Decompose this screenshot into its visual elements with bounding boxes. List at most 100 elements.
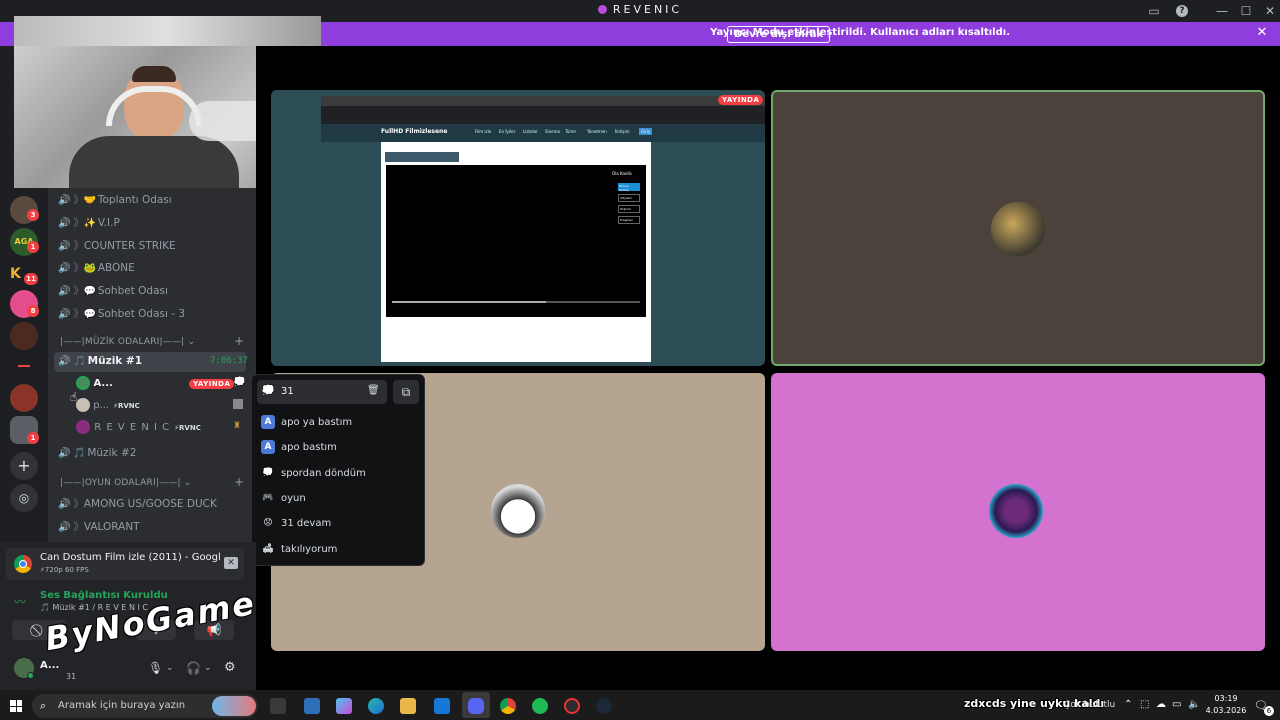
trash-icon[interactable]: 🗑 [367, 385, 380, 396]
maximize-button[interactable]: ☐ [1238, 3, 1254, 19]
chrome-icon[interactable] [500, 698, 516, 714]
site-tab[interactable]: Sinema [545, 129, 560, 134]
channel-voice-music-1[interactable]: 🔊 🎵 Müzik #1 [58, 355, 142, 375]
current-status-field[interactable]: 💭 31 🗑 [257, 380, 387, 404]
spotify-icon[interactable] [532, 698, 548, 714]
app-icon[interactable] [304, 698, 320, 714]
player-option[interactable]: Altyazılı [618, 194, 640, 202]
banner-close-icon[interactable]: ✕ [1255, 26, 1269, 40]
discover-icon[interactable]: ◎ [10, 484, 38, 512]
category-music[interactable]: |——|MÜZİK ODALARI|——| ⌄ [60, 337, 195, 347]
onedrive-icon[interactable]: ☁ [1156, 699, 1166, 710]
add-server-icon[interactable]: + [10, 452, 38, 480]
chrome-icon [14, 555, 32, 573]
chevron-down-icon[interactable]: ⌄ [166, 663, 174, 673]
status-option[interactable]: 🛋 takılıyorum [261, 542, 337, 562]
status-icon: 🎮 [262, 493, 274, 503]
microphone-icon[interactable]: 🎙 [148, 661, 163, 675]
webcam-hair [132, 66, 176, 82]
status-option[interactable]: 💭 spordan döndüm [261, 466, 365, 486]
copilot-icon[interactable] [336, 698, 352, 714]
taskbar-search[interactable]: ⌕ Aramak için buraya yazın [32, 694, 258, 718]
close-window-button[interactable]: ✕ [1262, 3, 1278, 19]
channel-emoji: ✨ [83, 218, 97, 229]
voice-user[interactable]: p... ⚡RVNC [76, 398, 140, 418]
edge-icon[interactable] [368, 698, 384, 714]
player-option[interactable]: Türkçe Dublaj [618, 183, 640, 192]
chevron-up-icon[interactable]: ⌃ [1124, 699, 1132, 710]
channel-voice-music-2[interactable]: 🔊 🎵 Müzik #2 [58, 447, 136, 467]
status-option[interactable]: 😟 31 devam [261, 516, 331, 536]
player-option[interactable]: Orijinal [618, 205, 640, 213]
headphones-icon[interactable]: 🎧 [186, 661, 201, 675]
discord-icon[interactable] [468, 698, 484, 714]
stream-panel[interactable]: Can Dostum Film izle (2011) - Google... … [6, 548, 244, 580]
add-channel-icon[interactable]: + [234, 475, 244, 489]
mouse-cursor: ☝ [70, 390, 78, 404]
stop-stream-icon[interactable]: ✕ [224, 557, 238, 569]
channel-voice[interactable]: 🔊 》COUNTER STRIKE [58, 238, 176, 258]
outlook-icon[interactable] [434, 698, 450, 714]
user-name: A... [40, 660, 60, 671]
channel-voice[interactable]: 🔊 》✨ V.I.P [58, 215, 120, 235]
participant-tile[interactable] [771, 90, 1265, 366]
status-option[interactable]: Aapo ya bastım [261, 415, 352, 435]
channel-voice[interactable]: 🔊 》🐸 ABONE [58, 260, 135, 280]
site-tab[interactable]: İletişim [615, 129, 630, 134]
voice-user[interactable]: A... [76, 376, 113, 396]
participant-avatar [991, 202, 1045, 256]
status-option[interactable]: Aapo bastım [261, 440, 337, 460]
screen-share-icon: 💭 [233, 377, 246, 388]
channel-voice[interactable]: 🔊 》VALORANT [58, 519, 140, 539]
chevron-down-icon[interactable]: ⌄ [204, 663, 212, 673]
video-player[interactable]: Ola Kaidis Türkçe Dublaj Altyazılı Oriji… [386, 165, 646, 317]
category-games[interactable]: |——|OYUN ODALARI|——| ⌄ [60, 478, 192, 488]
tray-icon[interactable]: ⬚ [1140, 699, 1149, 710]
network-icon[interactable]: ▭ [1172, 699, 1181, 710]
site-tab[interactable]: Giriş [639, 128, 653, 135]
live-badge: YAYINDA [189, 379, 235, 389]
clock-time[interactable]: 03:19 [1208, 694, 1244, 703]
channel-voice[interactable]: 🔊 》AMONG US/GOOSE DUCK [58, 496, 217, 516]
speaker-icon: 🔊 [58, 522, 71, 533]
steam-icon[interactable] [596, 698, 612, 714]
server-icon[interactable] [10, 352, 38, 380]
channel-voice[interactable]: 🔊 》💬 Sohbet Odası - 3 [58, 306, 185, 326]
help-icon[interactable]: ? [1176, 5, 1188, 17]
participant-tile[interactable] [771, 373, 1265, 651]
site-tab[interactable]: Türler [565, 129, 576, 134]
app-icon[interactable] [564, 698, 580, 714]
server-badge: 3 [27, 209, 39, 221]
player-option[interactable]: Fragman [618, 216, 640, 224]
disable-streamer-mode-button[interactable]: Devre dışı bırak [727, 26, 831, 43]
site-tab[interactable]: Yönetmen [587, 129, 607, 134]
channel-name: Müzik #1 [87, 355, 143, 367]
speaker-icon: 🔊 [58, 218, 71, 229]
status-option[interactable]: 🎮 oyun [261, 491, 305, 511]
server-icon[interactable] [10, 384, 38, 412]
weather-text[interactable]: Çok bulutlu [1064, 700, 1115, 710]
add-channel-icon[interactable]: + [234, 334, 244, 348]
stream-tile-screenshare[interactable]: FullHD Filmizlesene Film izle En İyiler … [271, 90, 765, 366]
notification-count: 6 [1264, 706, 1274, 716]
video-progress[interactable] [392, 301, 640, 303]
minimize-button[interactable]: — [1214, 3, 1230, 19]
clock-date[interactable]: 4.03.2026 [1202, 706, 1250, 715]
file-explorer-icon[interactable] [400, 698, 416, 714]
task-view-icon[interactable] [270, 698, 286, 714]
activity-icon: ♜ [233, 421, 242, 431]
site-tab[interactable]: En İyiler [499, 129, 515, 134]
channel-voice[interactable]: 🔊 》💬 Sohbet Odası [58, 283, 168, 303]
channel-voice[interactable]: 🔊 》🤝 Toplantı Odası [58, 192, 172, 212]
server-icon[interactable] [10, 322, 38, 350]
inbox-icon[interactable]: ▭ [1146, 3, 1162, 19]
volume-icon[interactable]: 🔈 [1188, 699, 1200, 710]
windows-start-icon[interactable] [10, 700, 22, 712]
voice-user[interactable]: R E V E N I C ⚡RVNC [76, 420, 201, 440]
site-tab[interactable]: Film izle [475, 129, 491, 134]
gear-icon[interactable]: ⚙ [224, 660, 236, 675]
stream-quality: ⚡720p 60 FPS [40, 566, 89, 574]
server-tag: ⚡RVNC [174, 424, 201, 432]
site-tab[interactable]: Listeler [523, 129, 538, 134]
popout-icon[interactable]: ⧉ [393, 380, 419, 404]
